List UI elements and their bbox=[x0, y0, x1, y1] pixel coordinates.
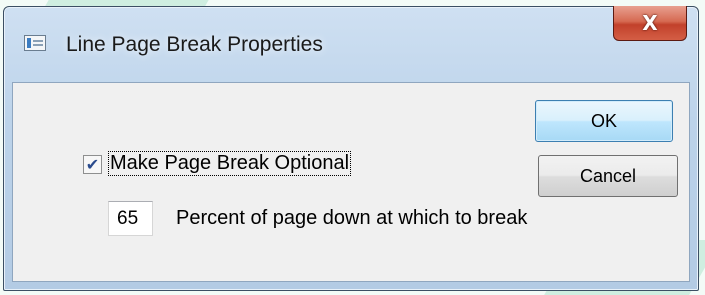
dialog-body: OK Cancel ✔ Make Page Break Optional 65 … bbox=[12, 82, 690, 282]
percent-input[interactable]: 65 bbox=[108, 201, 153, 236]
window-app-icon bbox=[24, 35, 46, 51]
ok-button[interactable]: OK bbox=[535, 100, 673, 142]
window-title: Line Page Break Properties bbox=[66, 33, 323, 56]
dialog-window: Line Page Break Properties X OK Cancel ✔… bbox=[3, 6, 699, 291]
title-bar[interactable]: Line Page Break Properties X bbox=[4, 6, 698, 81]
close-button[interactable]: X bbox=[613, 6, 687, 41]
checkmark-icon: ✔ bbox=[85, 154, 100, 174]
optional-checkbox-label[interactable]: Make Page Break Optional bbox=[107, 151, 352, 176]
percent-label: Percent of page down at which to break bbox=[176, 207, 528, 229]
optional-checkbox[interactable]: ✔ bbox=[83, 155, 102, 174]
close-icon: X bbox=[642, 11, 658, 35]
cancel-button[interactable]: Cancel bbox=[538, 155, 678, 197]
